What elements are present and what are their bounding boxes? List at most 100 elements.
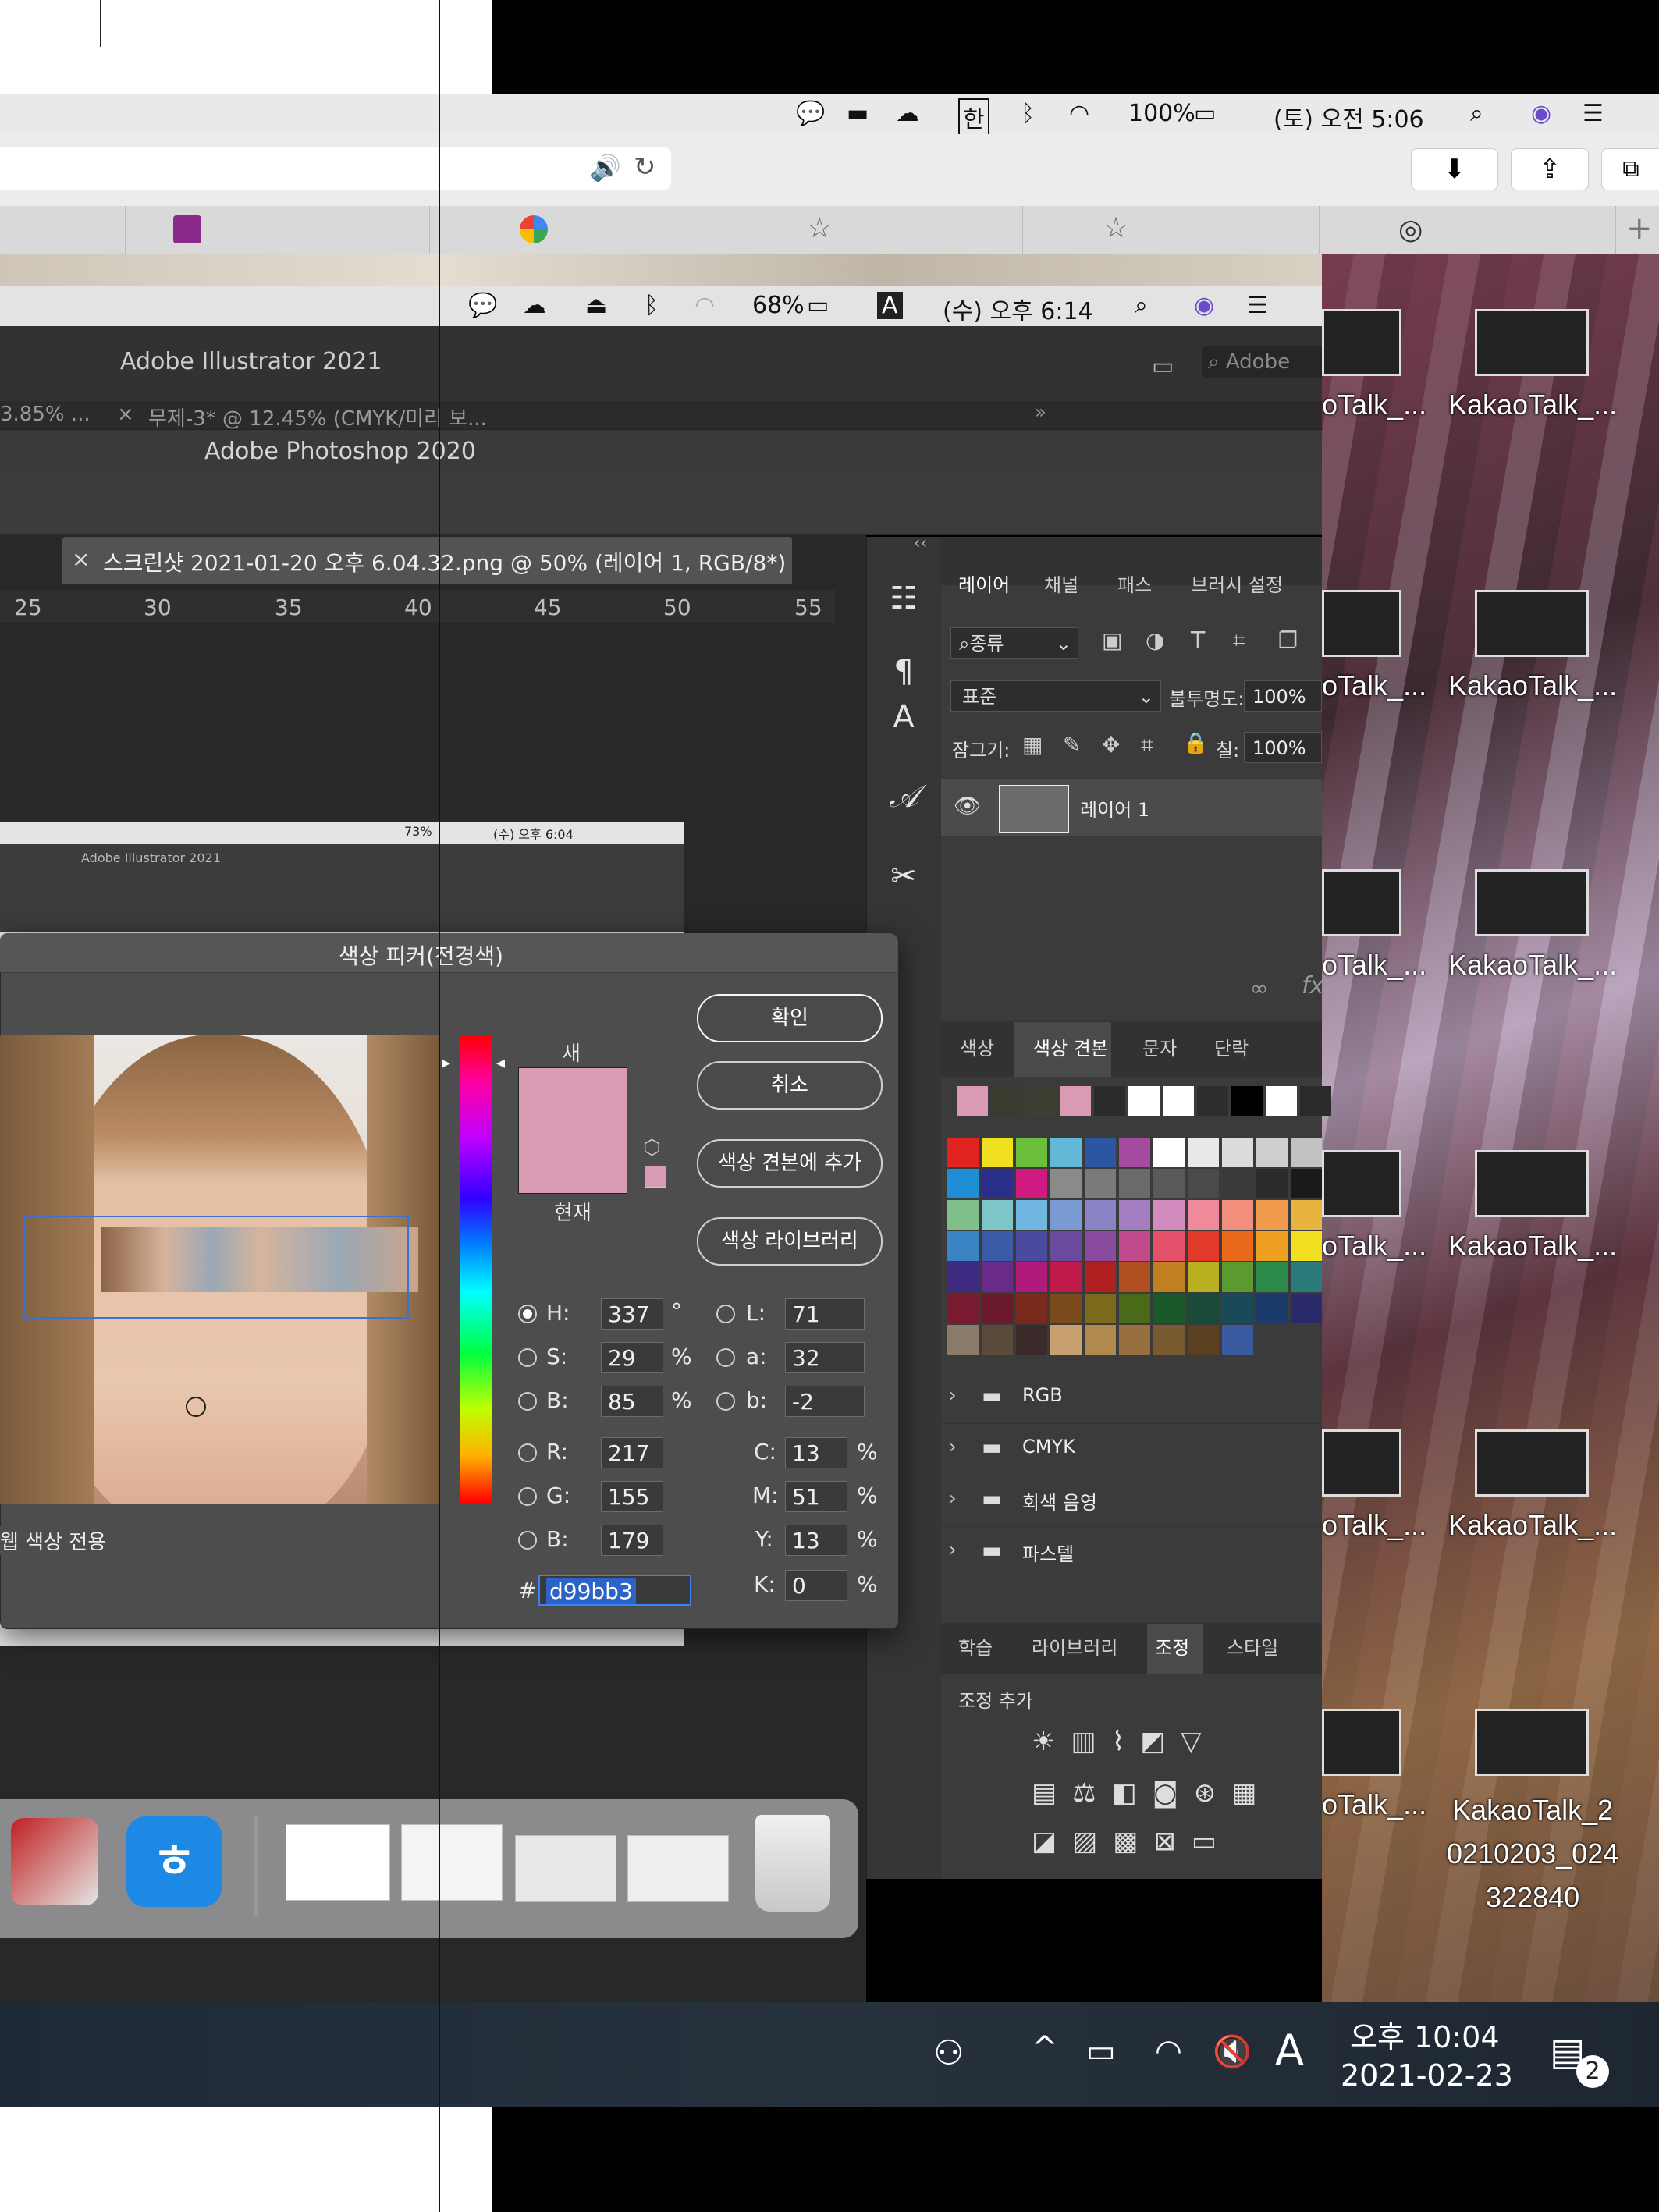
tab-channels[interactable]: 채널 — [1044, 570, 1078, 597]
color-swatch[interactable] — [947, 1294, 979, 1323]
hue-saturation-icon[interactable]: ▤ — [1032, 1777, 1072, 1809]
creative-cloud-icon[interactable]: ☁ — [523, 292, 546, 319]
l-field[interactable]: 71 — [785, 1298, 865, 1330]
color-swatch[interactable] — [1085, 1294, 1116, 1323]
menubar-clock[interactable]: (토) 오전 5:06 — [1274, 100, 1424, 134]
color-swatch[interactable] — [1050, 1169, 1082, 1198]
color-swatch[interactable] — [1222, 1262, 1253, 1292]
levels-icon[interactable]: ▥ — [1071, 1726, 1111, 1757]
taskbar-date[interactable]: 2021-02-23 — [1341, 2058, 1513, 2093]
dock-window-thumbnail[interactable] — [515, 1835, 616, 1902]
color-swatch[interactable] — [982, 1169, 1013, 1198]
tab-character[interactable]: 문자 — [1142, 1033, 1177, 1060]
new-tab-icon[interactable]: + — [1626, 211, 1653, 247]
color-swatch[interactable] — [1050, 1138, 1082, 1167]
desktop-icon-label[interactable]: oTalk_... — [1322, 1788, 1426, 1821]
color-swatch[interactable] — [1222, 1231, 1253, 1261]
color-swatch[interactable] — [982, 1231, 1013, 1261]
menu-extra-icon[interactable]: ▬ — [847, 100, 869, 127]
color-swatch[interactable] — [1256, 1262, 1288, 1292]
swatch-group[interactable]: › ▬ 회색 음영 — [941, 1475, 1322, 1527]
color-swatch[interactable] — [1188, 1231, 1219, 1261]
color-swatch[interactable] — [1085, 1138, 1116, 1167]
tab[interactable]: ☆ — [1022, 206, 1320, 254]
h-radio[interactable] — [518, 1305, 537, 1323]
battery-icon[interactable]: ▭ — [807, 292, 829, 319]
menubar-clock[interactable]: (수) 오후 6:14 — [943, 292, 1093, 326]
desktop-icon-label[interactable]: oTalk_... — [1322, 389, 1426, 421]
color-swatch[interactable] — [1153, 1294, 1185, 1323]
file-thumbnail[interactable] — [1475, 590, 1589, 657]
posterize-icon[interactable]: ▨ — [1072, 1826, 1113, 1857]
file-thumbnail[interactable] — [1322, 1429, 1401, 1497]
tab-paragraph[interactable]: 단락 — [1214, 1033, 1249, 1060]
color-swatch[interactable] — [1153, 1169, 1185, 1198]
color-swatch[interactable] — [1016, 1138, 1047, 1167]
color-swatch[interactable] — [1085, 1200, 1116, 1230]
tabs-overview-icon[interactable]: ⧉ — [1601, 148, 1659, 190]
b-field[interactable]: 85 — [601, 1386, 663, 1417]
tab[interactable]: ◎ — [1319, 206, 1616, 254]
trash-icon[interactable] — [755, 1815, 830, 1912]
desktop-icon-label[interactable]: oTalk_... — [1322, 949, 1426, 982]
filter-type-icon[interactable]: T — [1191, 627, 1205, 655]
h-field[interactable]: 337 — [601, 1298, 663, 1330]
audio-icon[interactable]: 🔊 — [590, 153, 621, 183]
color-swatch[interactable] — [1256, 1169, 1288, 1198]
dock-window-thumbnail[interactable] — [401, 1824, 503, 1901]
lock-transparent-icon[interactable]: ▦ — [1022, 732, 1043, 758]
file-thumbnail[interactable] — [1475, 1709, 1589, 1776]
hue-slider-handle-right[interactable]: ◂ — [496, 1053, 505, 1073]
messages-icon[interactable]: 💬 — [468, 292, 497, 319]
close-icon[interactable]: × — [72, 546, 90, 572]
color-swatch[interactable] — [1016, 1200, 1047, 1230]
recent-swatch[interactable] — [1025, 1086, 1057, 1116]
lab-b-field[interactable]: -2 — [785, 1386, 865, 1417]
swatch-group[interactable]: › ▬ CMYK — [941, 1423, 1322, 1475]
color-sample-cursor[interactable] — [186, 1397, 206, 1417]
b-radio[interactable] — [518, 1392, 537, 1411]
messenger-icon[interactable]: 💬 — [796, 100, 825, 127]
g-field[interactable]: 155 — [601, 1481, 663, 1512]
s-radio[interactable] — [518, 1348, 537, 1367]
add-to-swatches-button[interactable]: 색상 견본에 추가 — [697, 1139, 883, 1188]
speaker-mute-icon[interactable]: 🔇 — [1213, 2033, 1252, 2070]
color-swatch[interactable] — [1256, 1138, 1288, 1167]
hue-slider[interactable] — [460, 1035, 492, 1503]
color-swatch[interactable] — [982, 1200, 1013, 1230]
file-thumbnail[interactable] — [1322, 869, 1401, 936]
color-swatch[interactable] — [982, 1138, 1013, 1167]
color-swatch[interactable] — [1188, 1169, 1219, 1198]
color-swatch[interactable] — [1153, 1138, 1185, 1167]
a-radio[interactable] — [716, 1348, 735, 1367]
wifi-icon[interactable]: ◠ — [695, 292, 715, 319]
color-swatch[interactable] — [1222, 1138, 1253, 1167]
properties-icon[interactable]: ☷ — [884, 579, 923, 618]
color-swatch[interactable] — [1188, 1262, 1219, 1292]
lab-b-radio[interactable] — [716, 1392, 735, 1411]
taskbar-time[interactable]: 오후 10:04 — [1350, 2013, 1500, 2056]
ime-indicator[interactable]: A — [1275, 2026, 1304, 2075]
reload-icon[interactable]: ↻ — [634, 151, 656, 183]
color-swatch[interactable] — [1119, 1169, 1150, 1198]
color-swatch[interactable] — [1188, 1294, 1219, 1323]
tab-color[interactable]: 색상 — [960, 1033, 994, 1060]
tab-libraries[interactable]: 라이브러리 — [1032, 1632, 1117, 1660]
chevron-right-icon[interactable]: » — [1035, 401, 1046, 423]
siri-icon[interactable]: ◉ — [1194, 292, 1214, 319]
color-swatch[interactable] — [1085, 1325, 1116, 1355]
blue-field[interactable]: 179 — [601, 1525, 663, 1556]
share-icon[interactable]: ⇪ — [1511, 148, 1589, 190]
fx-icon[interactable]: fx — [1302, 972, 1323, 999]
black-white-icon[interactable]: ◧ — [1112, 1777, 1153, 1809]
address-field[interactable]: 🔊 ↻ — [0, 147, 671, 190]
color-swatch[interactable] — [1050, 1231, 1082, 1261]
r-field[interactable]: 217 — [601, 1437, 663, 1468]
collapse-icon[interactable]: ‹‹ — [914, 534, 928, 553]
color-swatch[interactable] — [1188, 1200, 1219, 1230]
lock-move-icon[interactable]: ✥ — [1102, 732, 1120, 758]
illustrator-search[interactable]: ⌕ Adobe — [1202, 346, 1322, 378]
notification-center-icon[interactable]: ☰ — [1247, 292, 1268, 319]
color-swatch[interactable] — [1119, 1231, 1150, 1261]
color-swatch[interactable] — [1119, 1294, 1150, 1323]
